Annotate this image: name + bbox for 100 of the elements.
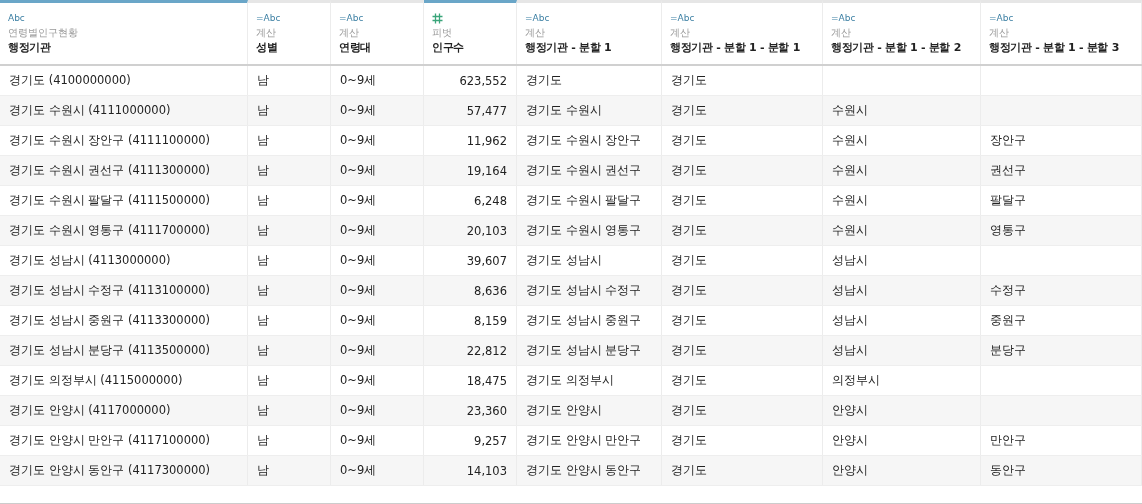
table-cell: 23,360 <box>466 403 507 418</box>
column-name: 행정기관 - 분할 1 <box>525 40 612 55</box>
table-cell: 19,164 <box>466 163 507 178</box>
type-label: =Abc <box>989 12 1014 24</box>
table-cell: 경기도 수원시 권선구 (4111300000) <box>9 163 211 178</box>
table-cell: 경기도 <box>671 223 707 238</box>
table-cell: 경기도 안양시 만안구 (4117100000) <box>9 433 211 448</box>
table-cell: 경기도 안양시 동안구 <box>526 463 642 478</box>
table-cell: 남 <box>257 343 269 358</box>
table-cell: 경기도 <box>671 133 707 148</box>
table-cell: 남 <box>257 313 269 328</box>
table-cell: 남 <box>257 103 269 118</box>
column-name: 연령대 <box>339 40 372 55</box>
table-cell: 성남시 <box>832 343 868 358</box>
table-cell: 성남시 <box>832 283 868 298</box>
column-source: 계산 <box>989 27 1009 39</box>
table-cell: 0~9세 <box>340 463 377 478</box>
number-type-icon <box>432 13 443 24</box>
column-source: 계산 <box>256 27 276 39</box>
table-cell: 경기도 <box>671 253 707 268</box>
table-cell: 경기도 (4100000000) <box>9 73 131 88</box>
table-cell: 남 <box>257 193 269 208</box>
table-cell: 수원시 <box>832 103 868 118</box>
table-cell: 18,475 <box>466 373 507 388</box>
table-cell: 경기도 수원시 영통구 (4111700000) <box>9 223 211 238</box>
table-cell: 경기도 성남시 분당구 <box>526 343 642 358</box>
table-cell: 14,103 <box>466 463 507 478</box>
column-name: 인구수 <box>432 40 465 55</box>
table-cell: 경기도 안양시 만안구 <box>526 433 642 448</box>
table-cell: 경기도 안양시 동안구 (4117300000) <box>9 463 211 478</box>
column-name: 행정기관 - 분할 1 - 분할 1 <box>670 40 801 55</box>
table-cell: 623,552 <box>459 73 507 88</box>
table-cell: 경기도 성남시 수정구 <box>526 283 642 298</box>
table-cell: 6,248 <box>474 193 507 208</box>
table-cell: 0~9세 <box>340 433 377 448</box>
table-cell: 경기도 수원시 권선구 <box>526 163 642 178</box>
column-name: 행정기관 - 분할 1 - 분할 2 <box>831 40 962 55</box>
table-cell: 남 <box>257 433 269 448</box>
table-cell: 0~9세 <box>340 103 377 118</box>
column-source: 계산 <box>670 27 690 39</box>
table-cell: 팔달구 <box>990 193 1026 208</box>
table-cell: 안양시 <box>832 433 868 448</box>
table-cell: 8,159 <box>474 313 507 328</box>
column-header[interactable]: =Abc 계산 행정기관 - 분할 1 - 분할 1 <box>662 0 823 64</box>
table-cell: 경기도 <box>671 313 707 328</box>
column-header[interactable]: 피벗 인구수 <box>424 0 517 64</box>
column-header[interactable]: =Abc 계산 행정기관 - 분할 1 - 분할 3 <box>981 0 1142 64</box>
column-header[interactable]: =Abc 계산 행정기관 - 분할 1 - 분할 2 <box>823 0 981 64</box>
table-cell: 만안구 <box>990 433 1026 448</box>
column-name: 행정기관 <box>8 40 51 55</box>
table-cell: 0~9세 <box>340 133 377 148</box>
table-cell: 경기도 성남시 <box>526 253 602 268</box>
table-cell: 경기도 수원시 (4111000000) <box>9 103 171 118</box>
table-cell: 남 <box>257 373 269 388</box>
column-header[interactable]: Abc 연령별인구현황 행정기관 <box>0 0 248 64</box>
table-cell: 수원시 <box>832 193 868 208</box>
table-cell: 경기도 의정부시 <box>526 373 614 388</box>
table-cell: 0~9세 <box>340 403 377 418</box>
table-cell: 20,103 <box>466 223 507 238</box>
table-cell: 경기도 의정부시 (4115000000) <box>9 373 183 388</box>
table-cell: 8,636 <box>474 283 507 298</box>
column-header[interactable]: =Abc 계산 성별 <box>248 0 331 64</box>
table-cell: 경기도 성남시 중원구 (4113300000) <box>9 313 211 328</box>
table-cell: 수원시 <box>832 133 868 148</box>
table-cell: 0~9세 <box>340 163 377 178</box>
table-cell: 경기도 <box>671 73 707 88</box>
column-header[interactable]: =Abc 계산 연령대 <box>331 0 424 64</box>
table-cell: 경기도 수원시 장안구 (4111100000) <box>9 133 211 148</box>
column-header[interactable]: =Abc 계산 행정기관 - 분할 1 <box>517 0 662 64</box>
table-cell: 경기도 성남시 중원구 <box>526 313 642 328</box>
table-cell: 권선구 <box>990 163 1026 178</box>
table-cell: 경기도 수원시 팔달구 (4111500000) <box>9 193 211 208</box>
table-cell: 경기도 수원시 <box>526 103 602 118</box>
type-label: =Abc <box>670 12 695 24</box>
column-source: 계산 <box>339 27 359 39</box>
table-cell: 경기도 성남시 (4113000000) <box>9 253 171 268</box>
table-cell: 22,812 <box>466 343 507 358</box>
table-cell: 0~9세 <box>340 313 377 328</box>
type-label: Abc <box>8 12 25 24</box>
table-cell: 성남시 <box>832 313 868 328</box>
table-cell: 0~9세 <box>340 343 377 358</box>
table-cell: 수원시 <box>832 223 868 238</box>
table-cell: 분당구 <box>990 343 1026 358</box>
table-cell: 남 <box>257 463 269 478</box>
table-cell: 경기도 <box>671 163 707 178</box>
table-cell: 경기도 <box>671 463 707 478</box>
column-source: 계산 <box>525 27 545 39</box>
table-cell: 경기도 <box>671 373 707 388</box>
table-cell: 남 <box>257 403 269 418</box>
table-cell: 경기도 수원시 장안구 <box>526 133 642 148</box>
table-cell: 남 <box>257 133 269 148</box>
table-cell: 39,607 <box>466 253 507 268</box>
table-cell: 안양시 <box>832 463 868 478</box>
table-cell: 경기도 <box>671 193 707 208</box>
table-cell: 57,477 <box>466 103 507 118</box>
table-cell: 장안구 <box>990 133 1026 148</box>
table-cell: 경기도 <box>671 403 707 418</box>
table-cell: 남 <box>257 73 269 88</box>
table-cell: 경기도 성남시 수정구 (4113100000) <box>9 283 211 298</box>
table-cell: 0~9세 <box>340 223 377 238</box>
